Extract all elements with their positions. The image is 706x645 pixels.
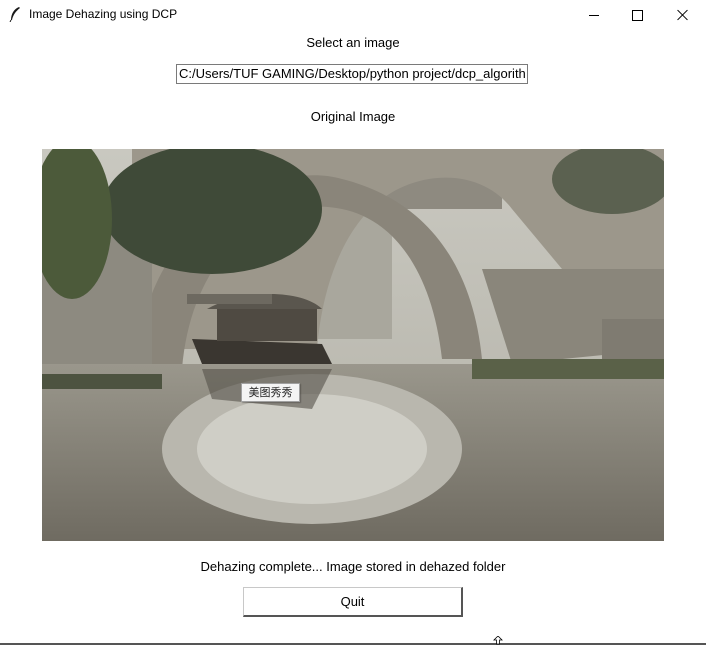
- resize-cursor-icon: [493, 636, 503, 645]
- minimize-icon: [589, 14, 599, 16]
- select-image-label: Select an image: [306, 35, 400, 50]
- original-image-label: Original Image: [310, 109, 396, 124]
- feather-icon: [9, 7, 20, 22]
- maximize-button[interactable]: [614, 0, 660, 30]
- close-icon: [677, 9, 689, 21]
- image-overlay-tag: 美图秀秀: [241, 383, 300, 402]
- minimize-button[interactable]: [571, 0, 617, 30]
- original-image: [42, 149, 664, 541]
- file-path-input[interactable]: C:/Users/TUF GAMING/Desktop/python proje…: [176, 64, 528, 84]
- quit-button[interactable]: Quit: [243, 587, 463, 617]
- hazy-bridge-photo: [42, 149, 664, 541]
- status-message: Dehazing complete... Image stored in deh…: [200, 559, 506, 574]
- title-bar: Image Dehazing using DCP: [0, 0, 706, 30]
- maximize-icon: [631, 9, 643, 21]
- window-title: Image Dehazing using DCP: [29, 7, 178, 21]
- close-button[interactable]: [660, 0, 706, 30]
